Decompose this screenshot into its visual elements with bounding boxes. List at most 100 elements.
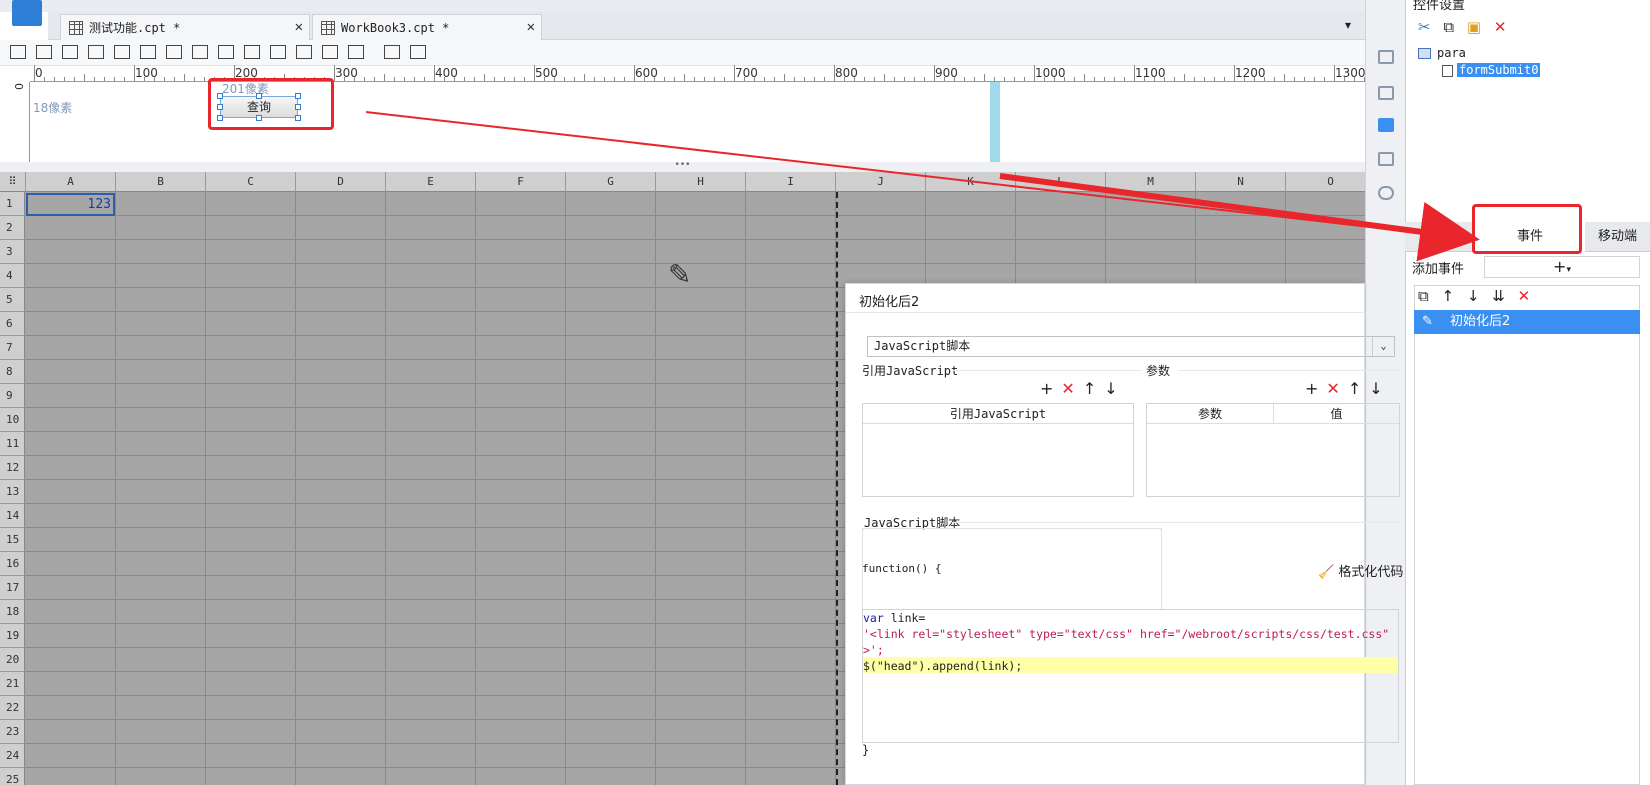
ref-js-table[interactable]: 引用JavaScript (862, 403, 1134, 497)
column-header[interactable]: H (656, 172, 746, 192)
column-header[interactable]: C (206, 172, 296, 192)
paste-icon[interactable]: ▣ (1467, 18, 1481, 36)
params-table[interactable]: 参数 值 (1146, 403, 1400, 497)
column-header[interactable]: E (386, 172, 476, 192)
tab-mobile[interactable]: 移动端 (1585, 222, 1650, 252)
copy-icon[interactable]: ⧉ (1418, 287, 1429, 305)
column-header[interactable]: O (1286, 172, 1376, 192)
move-up-icon[interactable]: ↑ (1348, 379, 1369, 398)
row-header[interactable]: 13 (0, 480, 25, 504)
row-header[interactable]: 9 (0, 384, 25, 408)
column-header[interactable]: B (116, 172, 206, 192)
move-down-icon[interactable]: ↓ (1467, 287, 1480, 305)
list-widget-icon[interactable] (384, 45, 400, 59)
widget-icon[interactable] (1378, 118, 1394, 132)
column-header[interactable]: F (476, 172, 566, 192)
column-header[interactable]: D (296, 172, 386, 192)
combo-widget-icon[interactable] (88, 45, 104, 59)
row-header[interactable]: 18 (0, 600, 25, 624)
event-list (1414, 285, 1640, 785)
row-header[interactable]: 8 (0, 360, 25, 384)
delete-icon[interactable]: ✕ (1518, 287, 1531, 305)
column-header[interactable]: A (26, 172, 116, 192)
radio-group-icon[interactable] (244, 45, 260, 59)
row-header[interactable]: 20 (0, 648, 25, 672)
checkbox-group-icon[interactable] (218, 45, 234, 59)
grid-widget-icon[interactable] (140, 45, 156, 59)
event-item-selected[interactable]: ✎ 初始化后2 (1414, 310, 1640, 334)
tab-workbook3[interactable]: WorkBook3.cpt * ✕ (312, 14, 542, 40)
row-header[interactable]: 24 (0, 744, 25, 768)
move-up-icon[interactable]: ↑ (1083, 379, 1104, 398)
move-up-icon[interactable]: ↑ (1442, 287, 1455, 305)
tab-test-function[interactable]: 测试功能.cpt * ✕ (60, 14, 310, 40)
column-header[interactable]: K (926, 172, 1016, 192)
column-header[interactable]: N (1196, 172, 1286, 192)
script-type-select[interactable]: JavaScript脚本 ⌄ (867, 336, 1395, 357)
row-header[interactable]: 1 (0, 192, 25, 216)
add-icon[interactable]: + (1305, 379, 1326, 398)
column-header[interactable]: J (836, 172, 926, 192)
close-icon[interactable]: ✕ (527, 19, 535, 35)
format-code-button[interactable]: 🧹 格式化代码 (1318, 561, 1403, 580)
param-width-marker[interactable] (990, 82, 1000, 162)
tree-node-formsubmit0[interactable]: formSubmit0 (1442, 63, 1541, 77)
row-header[interactable]: 3 (0, 240, 25, 264)
number-widget-icon[interactable] (166, 45, 182, 59)
row-header[interactable]: 16 (0, 552, 25, 576)
move-down-icon[interactable]: ↓ (1369, 379, 1390, 398)
row-header[interactable]: 10 (0, 408, 25, 432)
row-header[interactable]: 7 (0, 336, 25, 360)
tree-widget-icon[interactable] (348, 45, 364, 59)
tab-properties[interactable]: 属性 (1405, 222, 1475, 252)
row-header[interactable]: 25 (0, 768, 25, 785)
row-header[interactable]: 23 (0, 720, 25, 744)
code-editor[interactable]: var link= '<link rel="stylesheet" type="… (862, 609, 1399, 743)
add-icon[interactable]: + (1040, 379, 1061, 398)
pane-splitter[interactable]: ••• (0, 161, 1365, 172)
frame-icon[interactable] (1378, 86, 1394, 100)
button-widget-icon[interactable] (62, 45, 78, 59)
column-header[interactable]: M (1106, 172, 1196, 192)
move-down-icon[interactable]: ↓ (1104, 379, 1125, 398)
row-header[interactable]: 12 (0, 456, 25, 480)
add-event-button[interactable]: +▾ (1484, 256, 1640, 278)
app-logo-icon[interactable] (12, 0, 42, 26)
corner-select-all[interactable]: ⠿ (0, 172, 26, 192)
close-icon[interactable]: ✕ (295, 19, 303, 35)
delete-icon[interactable]: ✕ (1061, 379, 1082, 398)
column-header[interactable]: L (1016, 172, 1106, 192)
row-header[interactable]: 21 (0, 672, 25, 696)
copy-icon[interactable]: ⧉ (1443, 18, 1454, 36)
row-header[interactable]: 2 (0, 216, 25, 240)
row-header[interactable]: 17 (0, 576, 25, 600)
tree-node-para[interactable]: para (1418, 46, 1540, 60)
cell-a1[interactable]: 123 (26, 193, 115, 216)
row-header[interactable]: 6 (0, 312, 25, 336)
column-header[interactable]: G (566, 172, 656, 192)
tab-menu-icon[interactable]: ▾ (1345, 18, 1351, 32)
text-icon[interactable] (270, 45, 286, 59)
cut-icon[interactable]: ✂ (1418, 18, 1431, 36)
delete-icon[interactable]: ✕ (1326, 379, 1347, 398)
textarea-widget-icon[interactable] (192, 45, 208, 59)
row-header[interactable]: 14 (0, 504, 25, 528)
label-widget-icon[interactable] (10, 45, 26, 59)
date-widget-icon[interactable] (114, 45, 130, 59)
row-header[interactable]: 15 (0, 528, 25, 552)
column-header[interactable]: I (746, 172, 836, 192)
row-header[interactable]: 4 (0, 264, 25, 288)
row-header[interactable]: 22 (0, 696, 25, 720)
link-icon[interactable] (1378, 186, 1394, 200)
password-icon[interactable] (296, 45, 312, 59)
checkbox-icon[interactable] (322, 45, 338, 59)
text-widget-icon[interactable] (36, 45, 52, 59)
delete-icon[interactable]: ✕ (1494, 18, 1507, 36)
layout-icon[interactable] (1378, 50, 1394, 64)
move-bottom-icon[interactable]: ⇊ (1492, 287, 1505, 305)
more-widgets-icon[interactable] (410, 45, 426, 59)
list-icon[interactable] (1378, 152, 1394, 166)
row-header[interactable]: 11 (0, 432, 25, 456)
row-header[interactable]: 5 (0, 288, 25, 312)
row-header[interactable]: 19 (0, 624, 25, 648)
